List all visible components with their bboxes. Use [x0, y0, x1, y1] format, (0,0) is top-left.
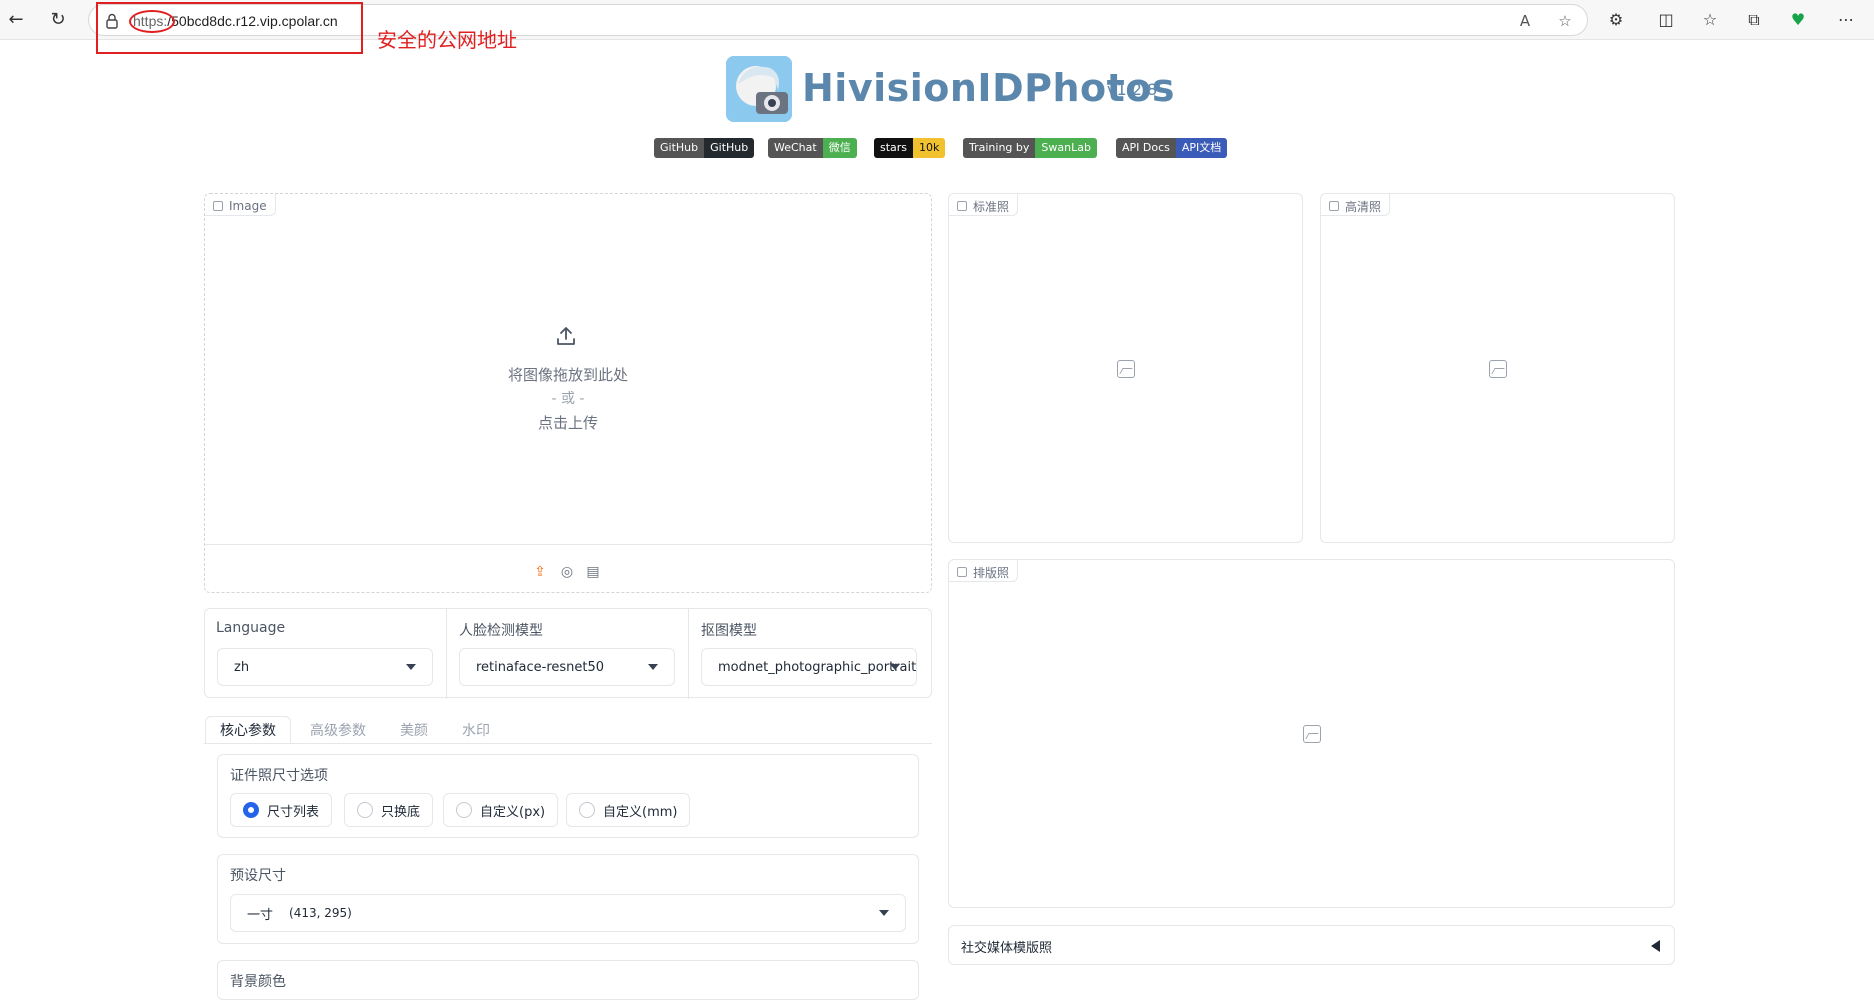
app-version: v1.2.8 [1107, 80, 1158, 99]
radio-custom-mm[interactable]: 自定义(mm) [566, 793, 691, 827]
preset-size-label: 预设尺寸 [230, 868, 286, 884]
preset-size-select[interactable]: 一寸 (413, 295) [230, 894, 906, 932]
layout-photo-label-text: 排版照 [973, 565, 1010, 580]
wechat-badge[interactable]: WeChat 微信 [768, 138, 857, 158]
language-select[interactable]: zh [217, 648, 433, 686]
upload-arrow-icon[interactable] [555, 325, 577, 347]
radio-label: 自定义(px) [480, 804, 546, 820]
badge-left-label: Training by [963, 138, 1036, 158]
more-menu-icon[interactable]: ⋯ [1834, 8, 1858, 32]
image-placeholder-icon [1117, 360, 1135, 378]
upload-click-text[interactable]: 点击上传 [205, 412, 931, 433]
split-screen-icon[interactable]: ◫ [1654, 8, 1678, 32]
face-model-value: retinaface-resnet50 [476, 659, 605, 675]
social-media-accordion[interactable]: 社交媒体模版照 [948, 925, 1675, 965]
tab-divider [204, 743, 932, 744]
radio-size-list[interactable]: 尺寸列表 [230, 793, 333, 827]
github-badge[interactable]: GitHub GitHub [654, 138, 755, 158]
image-placeholder-icon [1489, 360, 1507, 378]
annotation-text: 安全的公网地址 [377, 28, 517, 52]
size-options-label: 证件照尺寸选项 [230, 768, 328, 784]
background-color-label: 背景颜色 [230, 974, 286, 990]
image-label: Image [205, 194, 276, 216]
upload-or-text: - 或 - [551, 391, 585, 407]
radio-label: 尺寸列表 [267, 804, 320, 820]
swanlab-badge[interactable]: Training by SwanLab [963, 138, 1097, 158]
annotation-ellipse [129, 10, 175, 33]
stars-badge[interactable]: stars 10k [874, 138, 946, 158]
image-icon [957, 567, 967, 577]
tab-watermark[interactable]: 水印 [462, 716, 490, 744]
refresh-icon[interactable]: ↻ [46, 8, 70, 32]
api-docs-badge[interactable]: API Docs API文档 [1116, 138, 1228, 158]
layout-photo-panel: 排版照 [948, 559, 1675, 908]
radio-unchecked-icon [357, 802, 373, 818]
badge-left-label: GitHub [654, 138, 705, 158]
chevron-down-icon [648, 664, 658, 670]
hd-photo-label: 高清照 [1321, 194, 1391, 216]
language-label: Language [216, 620, 286, 636]
upload-file-icon[interactable]: ⇪ [532, 564, 548, 580]
extensions-icon[interactable]: ⚙ [1604, 8, 1628, 32]
badge-right-label: SwanLab [1035, 138, 1097, 158]
standard-photo-label-text: 标准照 [973, 199, 1010, 214]
badge-left-label: WeChat [768, 138, 823, 158]
language-value: zh [234, 659, 250, 675]
image-placeholder-icon [1303, 725, 1321, 743]
tab-beauty[interactable]: 美颜 [400, 716, 428, 744]
clipboard-icon[interactable]: ▤ [585, 564, 601, 580]
badge-right-label: GitHub [704, 138, 755, 158]
logo-illustration-icon [726, 56, 792, 122]
collections-icon[interactable]: ⧉ [1742, 8, 1766, 32]
radio-label: 只换底 [381, 804, 421, 820]
matting-model-label: 抠图模型 [701, 623, 757, 639]
radio-checked-icon [243, 802, 259, 818]
image-icon [213, 201, 223, 211]
face-model-select[interactable]: retinaface-resnet50 [459, 648, 675, 686]
badge-left-label: stars [874, 138, 914, 158]
image-upload-panel[interactable]: Image 将图像拖放到此处 - 或 - 点击上传 ⇪ ◎ ▤ [204, 193, 932, 593]
face-model-label: 人脸检测模型 [459, 623, 543, 639]
expand-arrow-icon[interactable] [1651, 940, 1660, 952]
preset-size-dims: (413, 295) [289, 906, 352, 920]
back-icon[interactable]: ← [4, 8, 28, 32]
favorite-star-icon[interactable]: ☆ [1555, 11, 1575, 31]
matting-model-value: modnet_photographic_portrait [718, 659, 917, 675]
badge-right-label: 10k [913, 138, 946, 158]
favorites-icon[interactable]: ☆ [1698, 8, 1722, 32]
radio-unchecked-icon [579, 802, 595, 818]
radio-label: 自定义(mm) [603, 804, 678, 820]
chevron-down-icon [406, 664, 416, 670]
upload-toolbar-divider [205, 544, 931, 545]
app-logo [726, 56, 792, 122]
badge-right-label: 微信 [822, 138, 857, 158]
chevron-down-icon [879, 910, 889, 916]
preset-size-value: 一寸 [247, 907, 274, 923]
radio-unchecked-icon [456, 802, 472, 818]
radio-custom-px[interactable]: 自定义(px) [443, 793, 559, 827]
webcam-icon[interactable]: ◎ [559, 564, 575, 580]
matting-model-select[interactable]: modnet_photographic_portrait [701, 648, 917, 686]
radio-bg-only[interactable]: 只换底 [344, 793, 434, 827]
social-media-label: 社交媒体模版照 [961, 941, 1053, 956]
tab-advanced-params[interactable]: 高级参数 [310, 716, 366, 744]
standard-photo-label: 标准照 [949, 194, 1019, 216]
upload-drop-text: 将图像拖放到此处 [507, 366, 628, 384]
read-aloud-icon[interactable]: A [1515, 11, 1535, 31]
hd-photo-panel: 高清照 [1320, 193, 1675, 543]
badge-left-label: API Docs [1116, 138, 1176, 158]
background-color-panel [217, 960, 919, 1000]
hd-photo-label-text: 高清照 [1345, 199, 1382, 214]
browser-essentials-icon[interactable]: ♥ [1786, 8, 1810, 32]
standard-photo-panel: 标准照 [948, 193, 1303, 543]
image-icon [1329, 201, 1339, 211]
image-icon [957, 201, 967, 211]
image-label-text: Image [229, 199, 267, 213]
layout-photo-label: 排版照 [949, 560, 1019, 582]
chevron-down-icon [890, 664, 900, 670]
tab-core-params[interactable]: 核心参数 [205, 716, 291, 744]
badge-right-label: API文档 [1175, 138, 1228, 158]
